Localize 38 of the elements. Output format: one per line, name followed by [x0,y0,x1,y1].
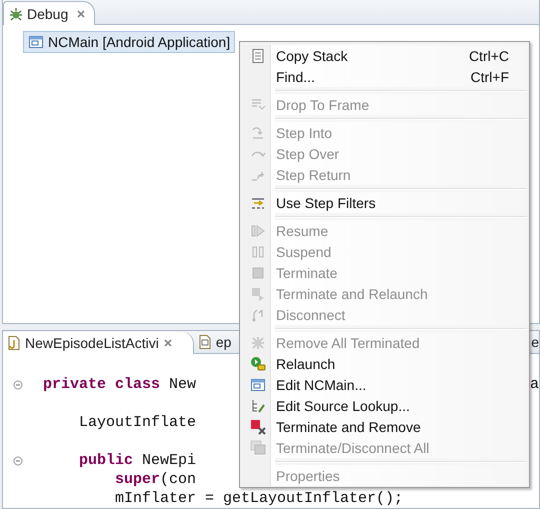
close-icon[interactable] [76,8,86,18]
suspend-icon [250,244,266,260]
code-fragment: a [530,376,539,393]
source-lookup-icon [250,398,266,414]
drop-to-frame-icon [250,96,266,112]
close-icon[interactable] [162,338,173,348]
menu-item[interactable]: Terminate and Remove [242,416,527,437]
collapse-icon[interactable] [13,380,23,390]
terminate-all-icon [250,440,266,456]
java-file-icon [7,335,21,351]
terminate-remove-icon [250,418,266,434]
code-line: LayoutInflate [78,414,196,431]
remove-terminated-icon [250,334,266,350]
bug-icon [9,6,23,20]
menu-item[interactable]: Use Step Filters [242,192,527,213]
menu-item[interactable]: Find... Ctrl+F [242,66,527,87]
relaunch-icon [250,356,266,372]
copy-stack-icon [250,48,266,64]
editor-tab[interactable]: NewEpisodeListActivi [3,332,194,354]
menu-item[interactable]: Edit Source Lookup... [242,395,527,416]
view-tab[interactable]: Debug [3,1,96,25]
code-line: mInflater = getLayoutInflater(); [114,490,404,507]
resume-icon [250,222,266,238]
code-line: super(con [114,471,196,488]
tree-item[interactable]: NCMain [Android Application] [23,31,236,53]
code-line: public NewEpi [78,452,196,469]
application-icon [28,34,44,50]
menu-item[interactable]: Copy Stack Ctrl+C [242,45,527,66]
terminate-icon [250,264,266,280]
terminate-relaunch-icon [250,286,266,302]
editor-tab[interactable]: e [531,331,539,353]
application-icon [250,376,266,392]
menu-item[interactable]: Relaunch [242,353,527,374]
code-line: private class New [43,376,196,393]
step-into-icon [250,124,266,140]
file-icon [198,334,212,350]
collapse-icon[interactable] [13,456,23,466]
menu-item[interactable]: Edit NCMain... [242,374,527,395]
